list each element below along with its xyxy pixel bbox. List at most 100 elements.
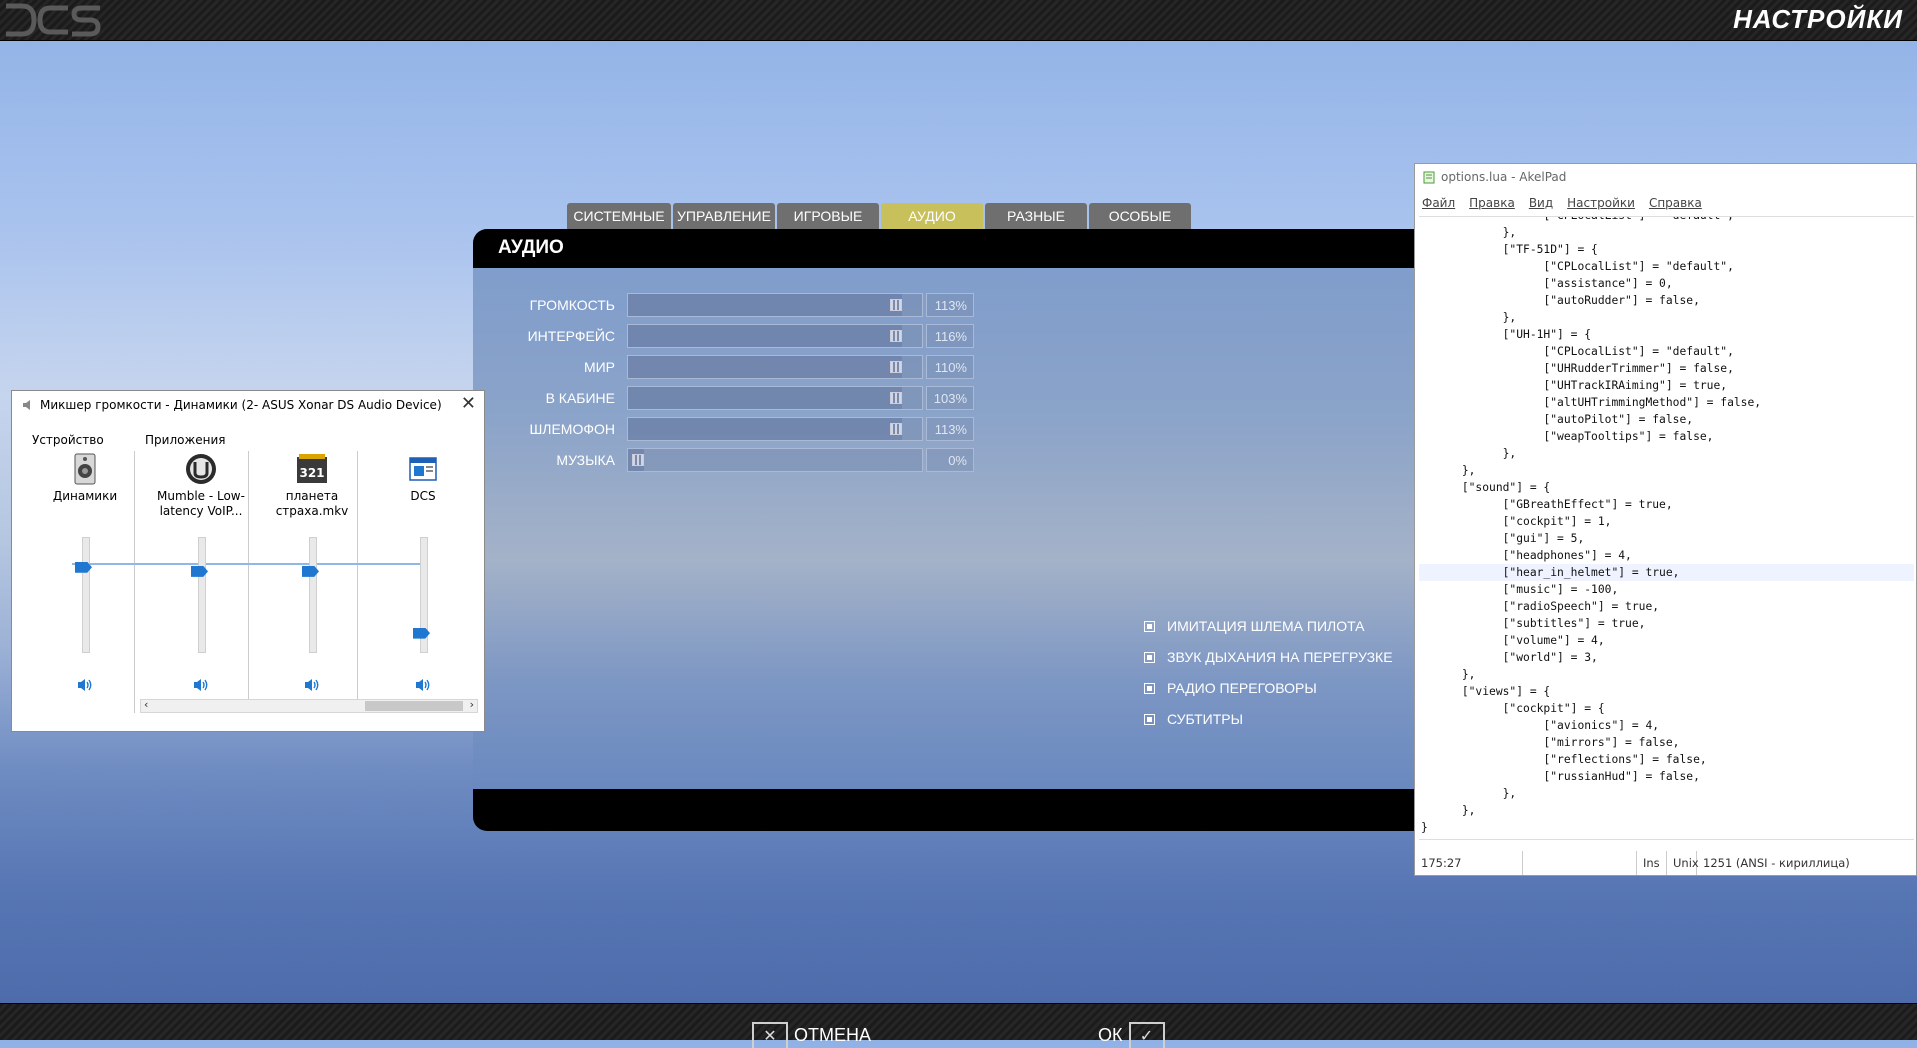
slider-label: ГРОМКОСТЬ xyxy=(529,297,615,313)
checkbox-icon[interactable] xyxy=(1144,651,1155,663)
audio-panel: АУДИО ГРОМКОСТЬ 113% ИНТЕРФЕЙС 116% МИР 110% В… xyxy=(473,229,1423,831)
code-text[interactable]: ["CPLocalList"] = "default", }, ["TF-51D… xyxy=(1421,217,1761,836)
slider-track[interactable] xyxy=(627,386,923,410)
menu-settings[interactable]: Настройки xyxy=(1567,196,1635,210)
slider-fill xyxy=(628,387,902,409)
slider-track[interactable] xyxy=(627,355,923,379)
slider-label: В КАБИНЕ xyxy=(545,390,615,406)
checkbox-subtitles[interactable]: СУБТИТРЫ xyxy=(1144,711,1243,727)
slider-fill xyxy=(628,325,902,347)
scroll-right-icon[interactable]: › xyxy=(470,698,474,711)
cancel-button[interactable]: ✕ ОТМЕНА xyxy=(752,1022,871,1048)
slider-track[interactable] xyxy=(627,448,923,472)
horizontal-scrollbar[interactable]: ‹ › xyxy=(140,698,478,713)
slider-label: ИНТЕРФЕЙС xyxy=(527,328,615,344)
status-encoding: 1251 (ANSI - кириллица) xyxy=(1703,856,1850,870)
mute-toggle-icon[interactable] xyxy=(192,677,210,693)
editor-title: options.lua - AkelPad xyxy=(1441,170,1567,184)
tab-gameplay[interactable]: ИГРОВЫЕ xyxy=(777,203,879,229)
slider-fill xyxy=(628,356,902,378)
slider-label: ШЛЕМОФОН xyxy=(529,421,615,437)
tab-misc[interactable]: РАЗНЫЕ xyxy=(985,203,1087,229)
slider-fill xyxy=(628,418,902,440)
slider-thumb[interactable] xyxy=(889,361,902,373)
cancel-label: ОТМЕНА xyxy=(794,1024,872,1045)
dcs-window-icon[interactable] xyxy=(406,453,440,485)
checkbox-label: ИМИТАЦИЯ ШЛЕМА ПИЛОТА xyxy=(1167,618,1365,634)
slider-track[interactable] xyxy=(627,293,923,317)
status-insert-mode: Ins xyxy=(1637,851,1667,875)
slider-row-interface: ИНТЕРФЕЙС 116% xyxy=(503,323,974,349)
close-icon[interactable]: ✕ xyxy=(461,393,476,414)
slider-thumb[interactable] xyxy=(889,423,902,435)
section-divider xyxy=(134,451,135,713)
slider-value: 110% xyxy=(926,355,974,379)
panel-header: АУДИО xyxy=(473,229,1423,268)
slider-thumb[interactable] xyxy=(889,299,902,311)
mute-toggle-icon[interactable] xyxy=(414,677,432,693)
slider-thumb[interactable] xyxy=(889,330,902,342)
slider-row-music: МУЗЫКА 0% xyxy=(503,447,974,473)
slider-label: МИР xyxy=(583,359,615,375)
checkbox-breath-effect[interactable]: ЗВУК ДЫХАНИЯ НА ПЕРЕГРУЗКЕ xyxy=(1144,649,1393,665)
tab-special[interactable]: ОСОБЫЕ xyxy=(1089,203,1191,229)
volume-slider-track[interactable] xyxy=(82,537,90,653)
slider-track[interactable] xyxy=(627,324,923,348)
slider-thumb[interactable] xyxy=(632,454,644,466)
slider-thumb[interactable] xyxy=(889,392,902,404)
menu-edit[interactable]: Правка xyxy=(1469,196,1515,210)
slider-value: 116% xyxy=(926,324,974,348)
code-editor-area[interactable]: ["CPLocalList"] = "default", }, ["TF-51D… xyxy=(1419,216,1914,840)
status-cursor-position: 175:27 xyxy=(1415,851,1523,875)
speaker-device-icon[interactable] xyxy=(68,453,102,485)
checkbox-label: СУБТИТРЫ xyxy=(1167,711,1243,727)
slider-fill xyxy=(628,294,902,316)
menu-help[interactable]: Справка xyxy=(1649,196,1702,210)
menu-view[interactable]: Вид xyxy=(1529,196,1553,210)
checkbox-icon[interactable] xyxy=(1144,682,1155,694)
panel-title: АУДИО xyxy=(498,237,564,258)
page-title: НАСТРОЙКИ xyxy=(1733,4,1903,34)
media-player-icon[interactable]: 321 xyxy=(295,453,329,485)
mixer-channel-mumble: Mumble - Low-latency VoIP... xyxy=(156,453,246,713)
checkbox-icon[interactable] xyxy=(1144,713,1155,725)
mixer-channel-media-player: 321 планета страха.mkv xyxy=(267,453,357,713)
tab-system[interactable]: СИСТЕМНЫЕ xyxy=(567,203,671,229)
mute-toggle-icon[interactable] xyxy=(303,677,321,693)
editor-menubar: Файл Правка Вид Настройки Справка xyxy=(1422,196,1702,210)
slider-track[interactable] xyxy=(627,417,923,441)
mumble-icon[interactable] xyxy=(184,453,218,485)
slider-row-headphones: ШЛЕМОФОН 113% xyxy=(503,416,974,442)
mixer-titlebar: Микшер громкости - Динамики (2- ASUS Xon… xyxy=(22,398,442,412)
mixer-title: Микшер громкости - Динамики (2- ASUS Xon… xyxy=(40,398,442,412)
speaker-icon xyxy=(23,400,30,410)
close-icon: ✕ xyxy=(752,1022,788,1048)
mixer-channel-dcs: DCS xyxy=(378,453,468,713)
volume-mixer-window: Микшер громкости - Динамики (2- ASUS Xon… xyxy=(11,390,485,732)
column-divider xyxy=(248,451,249,713)
checkbox-helmet-simulation[interactable]: ИМИТАЦИЯ ШЛЕМА ПИЛОТА xyxy=(1144,618,1365,634)
volume-slider-track[interactable] xyxy=(198,537,206,653)
mute-toggle-icon[interactable] xyxy=(76,677,94,693)
tab-audio[interactable]: АУДИО xyxy=(881,203,983,229)
scrollbar-thumb[interactable] xyxy=(365,701,463,711)
dcs-logo-icon xyxy=(6,3,101,37)
slider-label: МУЗЫКА xyxy=(556,452,615,468)
channel-name: Динамики xyxy=(52,489,118,503)
column-divider xyxy=(357,451,358,713)
check-icon: ✓ xyxy=(1128,1022,1165,1048)
volume-slider-track[interactable] xyxy=(309,537,317,653)
ok-label: ОК xyxy=(1098,1024,1123,1045)
tab-controls[interactable]: УПРАВЛЕНИЕ xyxy=(673,203,775,229)
device-section-label: Устройство xyxy=(32,433,104,447)
slider-value: 113% xyxy=(926,417,974,441)
slider-value: 103% xyxy=(926,386,974,410)
checkbox-icon[interactable] xyxy=(1144,620,1155,632)
top-bar: НАСТРОЙКИ xyxy=(0,0,1917,41)
menu-file[interactable]: Файл xyxy=(1422,196,1455,210)
scroll-left-icon[interactable]: ‹ xyxy=(144,698,148,711)
editor-statusbar: 175:27 Ins Unix 1251 (ANSI - кириллица) xyxy=(1415,851,1916,875)
ok-button[interactable]: ОК ✓ xyxy=(1098,1022,1165,1048)
checkbox-label: РАДИО ПЕРЕГОВОРЫ xyxy=(1167,680,1317,696)
checkbox-radio-speech[interactable]: РАДИО ПЕРЕГОВОРЫ xyxy=(1144,680,1317,696)
